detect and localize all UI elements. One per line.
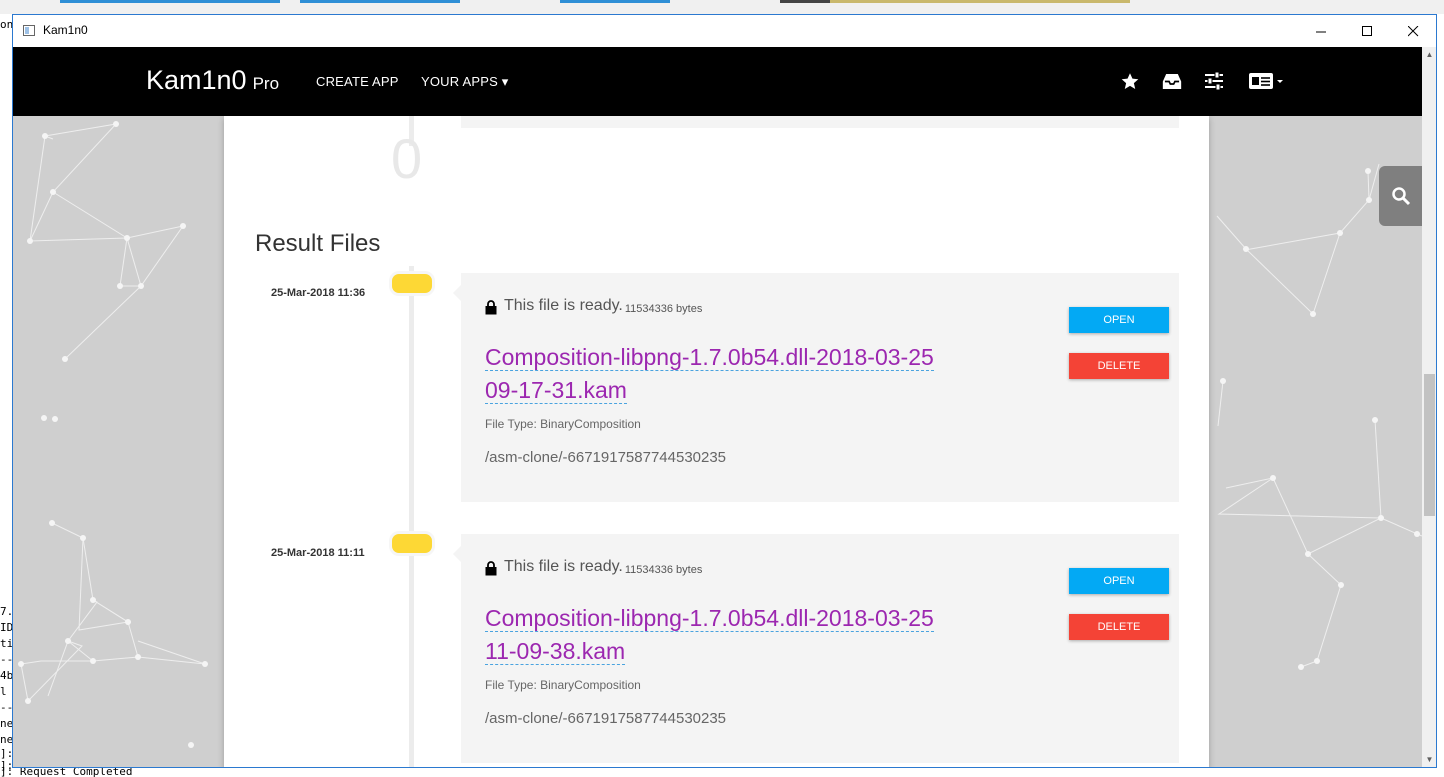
panel-pointer [453, 546, 461, 562]
window-app-icon [23, 25, 35, 36]
close-button[interactable] [1390, 15, 1436, 47]
search-icon [1391, 187, 1410, 206]
scroll-up-arrow[interactable]: ▲ [1422, 47, 1436, 62]
inbox-icon[interactable] [1160, 69, 1184, 93]
timeline-line [409, 266, 414, 767]
terminal-last-line: ]: Request Completed [0, 767, 133, 777]
file-name-line2[interactable]: 09-17-31.kam [485, 377, 627, 404]
timeline-dot [389, 531, 435, 556]
nav-create-app[interactable]: CREATE APP [316, 74, 399, 89]
terminal-fragment: ti [0, 637, 12, 650]
brand-name: Kam1n0 [146, 65, 247, 95]
timeline-dot [389, 271, 435, 296]
entry-date: 25-Mar-2018 11:36 [271, 287, 366, 299]
vertical-scrollbar[interactable]: ▲ ▼ [1422, 47, 1436, 767]
file-path: /asm-clone/-6671917587744530235 [485, 449, 727, 466]
terminal-fragment: ne [0, 717, 12, 730]
previous-panel-edge [461, 116, 1179, 128]
timeline-marker: 0 [391, 127, 423, 190]
lock-icon [485, 561, 497, 576]
brand-suffix: Pro [252, 74, 280, 93]
file-status: This file is ready. 11534336 bytes [485, 297, 702, 315]
panel-pointer [453, 285, 461, 301]
app-window: Kam1n0 Kam1n0 Pro CREATE APP YOUR APPS ▾ [12, 14, 1437, 768]
terminal-fragment: ID [0, 621, 12, 634]
terminal-fragment: -- [0, 701, 12, 714]
result-file-entry: This file is ready. 11534336 bytes Compo… [453, 273, 1179, 502]
terminal-fragment: l [0, 685, 7, 698]
terminal-fragment: 7. [0, 605, 12, 618]
id-card-icon[interactable] [1249, 69, 1289, 93]
file-status-text: This file is ready. [504, 297, 623, 314]
sliders-icon[interactable] [1202, 69, 1226, 93]
scroll-down-arrow[interactable]: ▼ [1422, 752, 1436, 767]
terminal-fragment: 4b [0, 669, 12, 682]
result-file-entry: This file is ready. 11534336 bytes Compo… [453, 534, 1179, 763]
background-terminal: on 7. ID ti -- 4b l -- ne ne ]: ]: [0, 14, 12, 777]
minimize-icon [1315, 31, 1326, 32]
close-icon [1407, 25, 1418, 36]
file-name-line1[interactable]: Composition-libpng-1.7.0b54.dll-2018-03-… [485, 605, 934, 632]
file-path: /asm-clone/-6671917587744530235 [485, 710, 727, 727]
file-name-link[interactable]: Composition-libpng-1.7.0b54.dll-2018-03-… [485, 341, 965, 407]
search-button[interactable] [1379, 166, 1422, 226]
window-titlebar[interactable]: Kam1n0 [13, 15, 1436, 47]
scrollbar-thumb[interactable] [1424, 374, 1435, 516]
star-icon[interactable] [1118, 69, 1142, 93]
maximize-button[interactable] [1344, 15, 1390, 47]
file-name-line2[interactable]: 11-09-38.kam [485, 638, 626, 665]
brand-logo[interactable]: Kam1n0 Pro [146, 65, 279, 96]
terminal-fragment: on [0, 18, 12, 31]
file-status: This file is ready. 11534336 bytes [485, 558, 702, 576]
maximize-icon [1361, 25, 1372, 36]
page-viewport: 0 Result Files 25-Mar-2018 11:36 This fi… [13, 116, 1422, 767]
file-size: 11534336 bytes [624, 303, 703, 315]
window-title: Kam1n0 [43, 23, 88, 37]
file-type: File Type: BinaryComposition [485, 678, 641, 692]
terminal-fragment: ne [0, 733, 12, 746]
delete-button[interactable]: DELETE [1069, 614, 1169, 640]
file-status-text: This file is ready. [504, 558, 623, 575]
file-size: 11534336 bytes [624, 564, 703, 576]
minimize-button[interactable] [1298, 15, 1344, 47]
section-title: Result Files [255, 230, 381, 257]
file-type: File Type: BinaryComposition [485, 417, 641, 431]
open-button[interactable]: OPEN [1069, 307, 1169, 333]
lock-icon [485, 300, 497, 315]
open-button[interactable]: OPEN [1069, 568, 1169, 594]
entry-date: 25-Mar-2018 11:11 [271, 547, 365, 559]
desktop-taskbar-strip [0, 0, 1444, 14]
file-name-line1[interactable]: Composition-libpng-1.7.0b54.dll-2018-03-… [485, 344, 934, 371]
top-navbar: Kam1n0 Pro CREATE APP YOUR APPS ▾ [13, 47, 1436, 116]
terminal-fragment: -- [0, 653, 12, 666]
delete-button[interactable]: DELETE [1069, 353, 1169, 379]
file-name-link[interactable]: Composition-libpng-1.7.0b54.dll-2018-03-… [485, 602, 965, 668]
nav-your-apps-dropdown[interactable]: YOUR APPS ▾ [421, 74, 508, 90]
